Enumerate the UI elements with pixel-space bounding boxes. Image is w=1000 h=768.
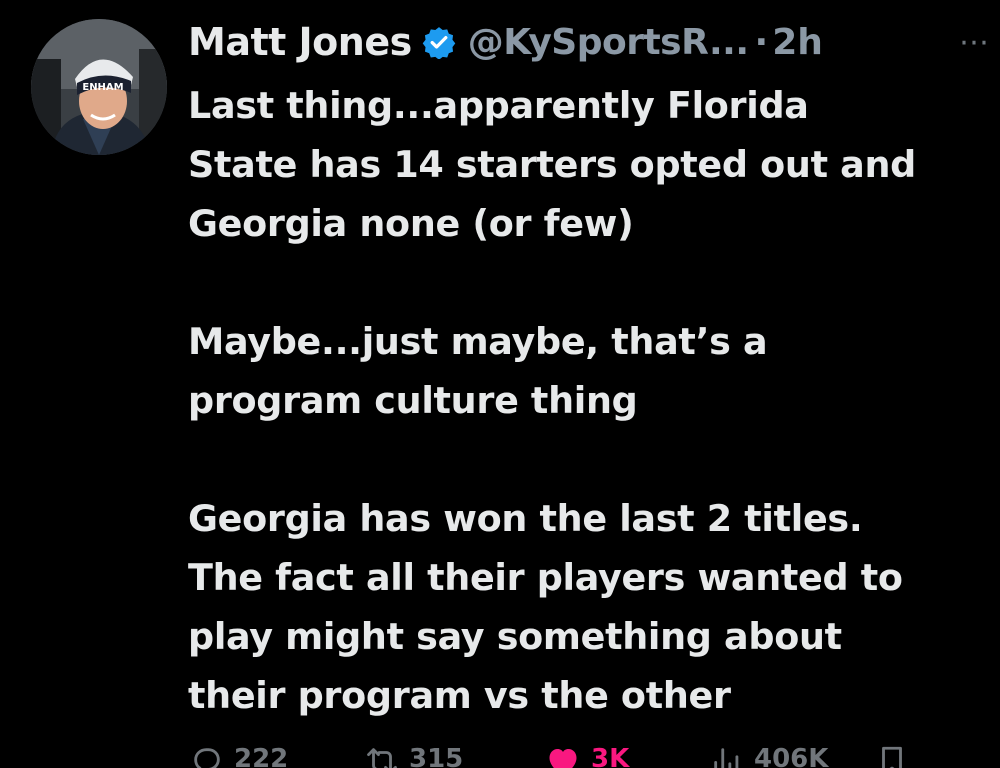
bookmark-icon <box>875 744 909 768</box>
tweet-text: Last thing...apparently Florida State ha… <box>188 76 988 725</box>
bookmark-button[interactable] <box>875 744 915 768</box>
repost-button[interactable]: 315 <box>365 744 545 768</box>
like-icon <box>545 744 581 768</box>
tweet[interactable]: ENHAM Matt Jones @KySportsR... · 2h ⋯ La… <box>0 0 1000 768</box>
like-count: 3K <box>591 744 630 768</box>
tweet-line: program culture thing <box>188 379 638 422</box>
repost-icon <box>365 744 399 768</box>
tweet-paragraph-1: Last thing...apparently Florida State ha… <box>188 76 988 253</box>
tweet-line: Maybe...just maybe, that’s a <box>188 320 768 363</box>
more-icon[interactable]: ⋯ <box>959 14 990 70</box>
avatar[interactable]: ENHAM <box>31 19 167 155</box>
tweet-line: The fact all their players wanted to <box>188 556 903 599</box>
separator-dot: · <box>754 21 769 63</box>
repost-count: 315 <box>409 744 464 768</box>
tweet-header: Matt Jones @KySportsR... · 2h ⋯ <box>188 14 1000 70</box>
post-time[interactable]: 2h <box>772 22 823 63</box>
like-button[interactable]: 3K <box>545 744 710 768</box>
tweet-line: Georgia has won the last 2 titles. <box>188 497 863 540</box>
action-bar: 222 315 3K 406K <box>190 744 950 768</box>
views-icon <box>710 744 744 768</box>
tweet-line: play might say something about <box>188 615 842 658</box>
verified-badge-icon <box>422 25 456 59</box>
tweet-line: their program vs the other <box>188 674 731 717</box>
avatar-image: ENHAM <box>31 19 167 155</box>
author-handle[interactable]: @KySportsR... <box>468 22 749 63</box>
avatar-beanie-text: ENHAM <box>82 82 123 93</box>
tweet-line: State has 14 starters opted out and <box>188 143 916 186</box>
reply-icon <box>190 744 224 768</box>
reply-count: 222 <box>234 744 289 768</box>
tweet-line: Georgia none (or few) <box>188 202 634 245</box>
tweet-paragraph-2: Maybe...just maybe, that’s a program cul… <box>188 312 988 430</box>
tweet-paragraph-3: Georgia has won the last 2 titles. The f… <box>188 489 988 725</box>
views-button[interactable]: 406K <box>710 744 875 768</box>
views-count: 406K <box>754 744 829 768</box>
reply-button[interactable]: 222 <box>190 744 365 768</box>
tweet-line: Last thing...apparently Florida <box>188 84 809 127</box>
author-name[interactable]: Matt Jones <box>188 20 412 64</box>
